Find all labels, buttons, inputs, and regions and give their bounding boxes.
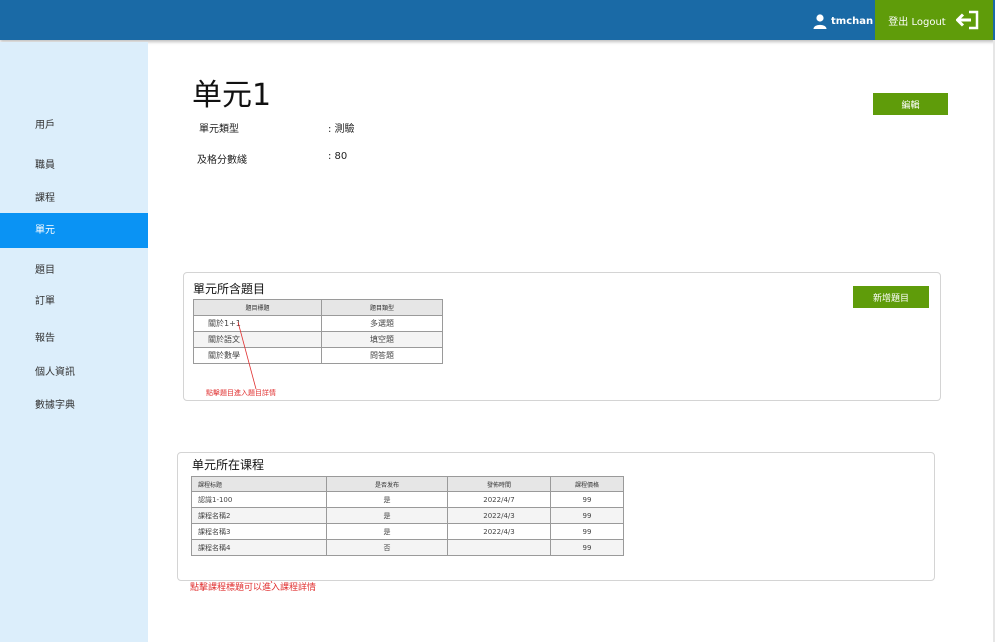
- course-title-link[interactable]: 課程名稱2: [191, 507, 327, 524]
- course-date: [447, 539, 551, 556]
- questions-table: 題目標題 題目類型 關於1+1 多選題 關於語文 填空題 關於數學 問答題: [193, 299, 443, 364]
- table-row[interactable]: 課程名稱2 是 2022/4/3 99: [191, 507, 624, 524]
- unit-type-label: 單元類型: [199, 124, 239, 135]
- question-type: 問答題: [321, 347, 443, 364]
- courses-header-published: 是否发布: [326, 476, 448, 492]
- logout-icon: [955, 10, 978, 30]
- courses-section-title: 单元所在课程: [192, 458, 265, 472]
- question-title-link[interactable]: 關於1+1: [193, 315, 322, 332]
- logout-label: 登出 Logout: [888, 16, 946, 28]
- course-published: 是: [326, 523, 448, 540]
- courses-header-title: 課程标题: [191, 476, 327, 492]
- pass-score-value: : 80: [328, 151, 348, 162]
- table-row[interactable]: 關於語文 填空題: [193, 331, 443, 348]
- question-annotation-note: 點擊題目進入題目詳情: [206, 389, 276, 397]
- course-price: 99: [550, 507, 624, 524]
- course-title-link[interactable]: 課程名稱3: [191, 523, 327, 540]
- sidebar-item-units[interactable]: 單元: [0, 213, 148, 248]
- sidebar-item-profile[interactable]: 個人資訊: [0, 363, 148, 378]
- questions-header-type: 題目類型: [321, 299, 443, 316]
- edit-button[interactable]: 編輯: [873, 93, 948, 115]
- sidebar-item-staff[interactable]: 職員: [0, 156, 148, 171]
- table-row[interactable]: 課程名稱4 否 99: [191, 539, 624, 556]
- question-type: 填空題: [321, 331, 443, 348]
- user-menu[interactable]: tmchan: [812, 10, 873, 32]
- add-question-button[interactable]: 新增題目: [853, 286, 929, 308]
- course-date: 2022/4/3: [447, 523, 551, 540]
- course-annotation-note: 點擊課程標題可以進入課程詳情: [190, 583, 317, 593]
- course-price: 99: [550, 491, 624, 508]
- courses-table: 課程标题 是否发布 發佈時間 課程價格 認識1-100 是 2022/4/7 9…: [191, 476, 624, 556]
- course-price: 99: [550, 523, 624, 540]
- table-row[interactable]: 關於1+1 多選題: [193, 315, 443, 332]
- course-published: 是: [326, 491, 448, 508]
- question-type: 多選題: [321, 315, 443, 332]
- unit-type-value: : 測驗: [328, 124, 355, 135]
- courses-header-price: 課程價格: [550, 476, 624, 492]
- course-title-link[interactable]: 課程名稱4: [191, 539, 327, 556]
- course-title-link[interactable]: 認識1-100: [191, 491, 327, 508]
- sidebar-item-orders[interactable]: 訂單: [0, 292, 148, 307]
- table-row[interactable]: 認識1-100 是 2022/4/7 99: [191, 491, 624, 508]
- course-date: 2022/4/7: [447, 491, 551, 508]
- course-published: 是: [326, 507, 448, 524]
- sidebar-item-reports[interactable]: 報告: [0, 329, 148, 344]
- table-row[interactable]: 關於數學 問答題: [193, 347, 443, 364]
- sidebar-item-questions[interactable]: 題目: [0, 261, 148, 276]
- course-price: 99: [550, 539, 624, 556]
- table-row[interactable]: 課程名稱3 是 2022/4/3 99: [191, 523, 624, 540]
- course-date: 2022/4/3: [447, 507, 551, 524]
- course-published: 否: [326, 539, 448, 556]
- user-icon: [813, 14, 827, 29]
- question-title-link[interactable]: 關於數學: [193, 347, 322, 364]
- courses-header-date: 發佈時間: [447, 476, 551, 492]
- questions-section-title: 單元所含題目: [193, 282, 266, 296]
- sidebar-item-users[interactable]: 用戶: [0, 116, 148, 131]
- sidebar-item-data-dictionary[interactable]: 數據字典: [0, 396, 148, 411]
- sidebar: 用戶 職員 課程 單元 題目 訂單 報告 個人資訊 數據字典: [0, 42, 148, 642]
- questions-header-title: 題目標題: [193, 299, 322, 316]
- question-title-link[interactable]: 關於語文: [193, 331, 322, 348]
- username: tmchan: [831, 15, 874, 27]
- logout-button[interactable]: 登出 Logout: [875, 0, 993, 40]
- page-title: 单元1: [192, 78, 272, 113]
- pass-score-label: 及格分數綫: [197, 155, 247, 166]
- sidebar-item-courses[interactable]: 課程: [0, 189, 148, 204]
